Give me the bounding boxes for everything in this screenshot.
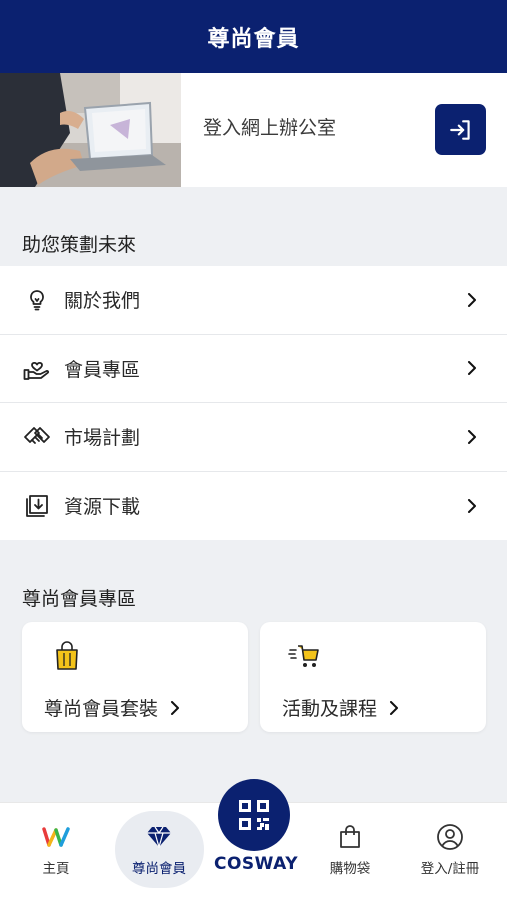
menu-item-downloads[interactable]: 資源下載 (0, 472, 507, 541)
chevron-right-icon (171, 700, 180, 715)
qr-scan-button[interactable] (218, 779, 290, 851)
banner-photo (0, 73, 181, 187)
menu-item-market-plan[interactable]: 市場計劃 (0, 403, 507, 472)
tab-label: 尊尚會員 (132, 861, 186, 877)
section-title-member: 尊尚會員專區 (22, 588, 137, 610)
tab-home[interactable]: 主頁 (8, 803, 104, 900)
tab-label: 主頁 (42, 861, 70, 877)
user-circle-icon (436, 823, 464, 851)
section-title-future: 助您策劃未來 (22, 234, 137, 256)
chevron-right-icon (468, 361, 476, 376)
card-member-package[interactable]: 尊尚會員套裝 (22, 622, 248, 732)
download-box-icon (22, 491, 52, 521)
hand-heart-icon (22, 353, 52, 383)
tab-login-register[interactable]: 登入/註冊 (402, 803, 498, 900)
page-title: 尊尚會員 (207, 26, 300, 52)
card-events-courses[interactable]: 活動及課程 (260, 622, 486, 732)
tab-label: 購物袋 (329, 861, 371, 877)
handshake-icon (22, 422, 52, 452)
login-banner[interactable]: 登入網上辦公室 (0, 73, 507, 187)
login-button[interactable] (435, 104, 486, 155)
page-header: 尊尚會員 (0, 0, 507, 73)
chevron-right-icon (390, 700, 399, 715)
qr-code-icon (239, 800, 269, 830)
shopping-bag-icon (56, 641, 78, 670)
menu-item-member-zone[interactable]: 會員專區 (0, 335, 507, 403)
menu-item-about[interactable]: 關於我們 (0, 266, 507, 335)
menu-item-label: 市場計劃 (64, 427, 141, 450)
tab-shopping-bag[interactable]: 購物袋 (302, 803, 398, 900)
home-w-logo-icon (42, 823, 70, 851)
chevron-right-icon (468, 498, 476, 513)
card-label: 活動及課程 (282, 698, 378, 720)
menu-item-label: 資源下載 (64, 496, 141, 519)
diamond-icon (145, 823, 173, 851)
login-arrow-icon (449, 119, 470, 140)
chevron-right-icon (468, 292, 476, 307)
menu-item-label: 會員專區 (64, 358, 141, 381)
cosway-logo-text: COSWAY (214, 854, 298, 874)
bag-icon (336, 823, 364, 851)
card-label: 尊尚會員套裝 (44, 698, 159, 720)
menu-list: 關於我們 會員專區 市場計劃 資源下載 (0, 266, 507, 540)
tab-label: 登入/註冊 (420, 861, 480, 877)
tab-premium-member[interactable]: 尊尚會員 (111, 803, 207, 900)
chevron-right-icon (468, 429, 476, 444)
cosway-logo: COSWAY (214, 854, 298, 874)
menu-item-label: 關於我們 (64, 290, 141, 313)
login-office-text[interactable]: 登入網上辦公室 (203, 113, 336, 140)
lightbulb-icon (22, 285, 52, 315)
cart-icon (288, 645, 319, 667)
